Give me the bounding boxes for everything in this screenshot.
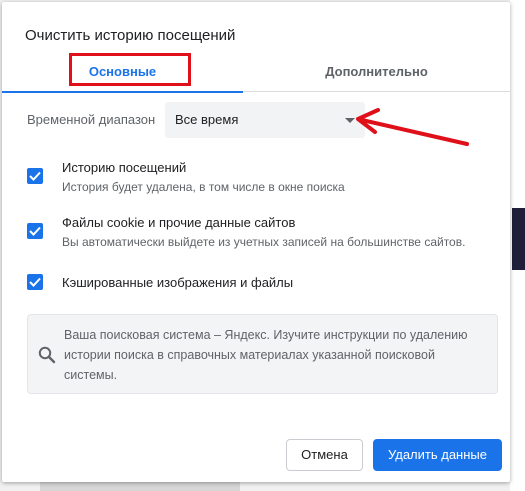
annotation-arrow — [356, 108, 469, 146]
background-page-block — [512, 208, 525, 270]
dialog-title: Очистить историю посещений — [25, 27, 236, 44]
time-range-label: Временной диапазон — [27, 112, 156, 127]
tab-advanced[interactable]: Дополнительно — [243, 56, 510, 92]
cookies-description: Вы автоматически выйдете из учетных запи… — [62, 235, 466, 249]
option-history: Историю посещений История будет удалена,… — [27, 160, 502, 196]
search-engine-info-text: Ваша поисковая система – Яндекс. Изучите… — [64, 328, 468, 382]
history-title: Историю посещений — [62, 160, 187, 175]
cache-title: Кэшированные изображения и файлы — [62, 275, 294, 290]
cookies-checkbox[interactable] — [27, 223, 43, 239]
checkmark-icon — [29, 171, 41, 181]
time-range-select[interactable]: Все время — [165, 102, 365, 138]
checkmark-icon — [29, 277, 41, 287]
time-range-value: Все время — [175, 112, 239, 127]
search-engine-info: Ваша поисковая система – Яндекс. Изучите… — [27, 314, 498, 394]
clear-history-dialog: Очистить историю посещений Основные Допо… — [2, 2, 510, 482]
option-cache: Кэшированные изображения и файлы — [27, 272, 502, 292]
history-description: История будет удалена, в том числе в окн… — [62, 180, 345, 194]
cookies-title: Файлы cookie и прочие данные сайтов — [62, 215, 296, 230]
option-cookies: Файлы cookie и прочие данные сайтов Вы а… — [27, 215, 502, 251]
cache-checkbox[interactable] — [27, 274, 43, 290]
search-icon — [38, 346, 56, 364]
cancel-button[interactable]: Отмена — [286, 439, 363, 471]
history-checkbox[interactable] — [27, 168, 43, 184]
delete-data-button[interactable]: Удалить данные — [373, 439, 502, 471]
checkmark-icon — [29, 226, 41, 236]
annotation-highlight-box — [69, 53, 191, 86]
